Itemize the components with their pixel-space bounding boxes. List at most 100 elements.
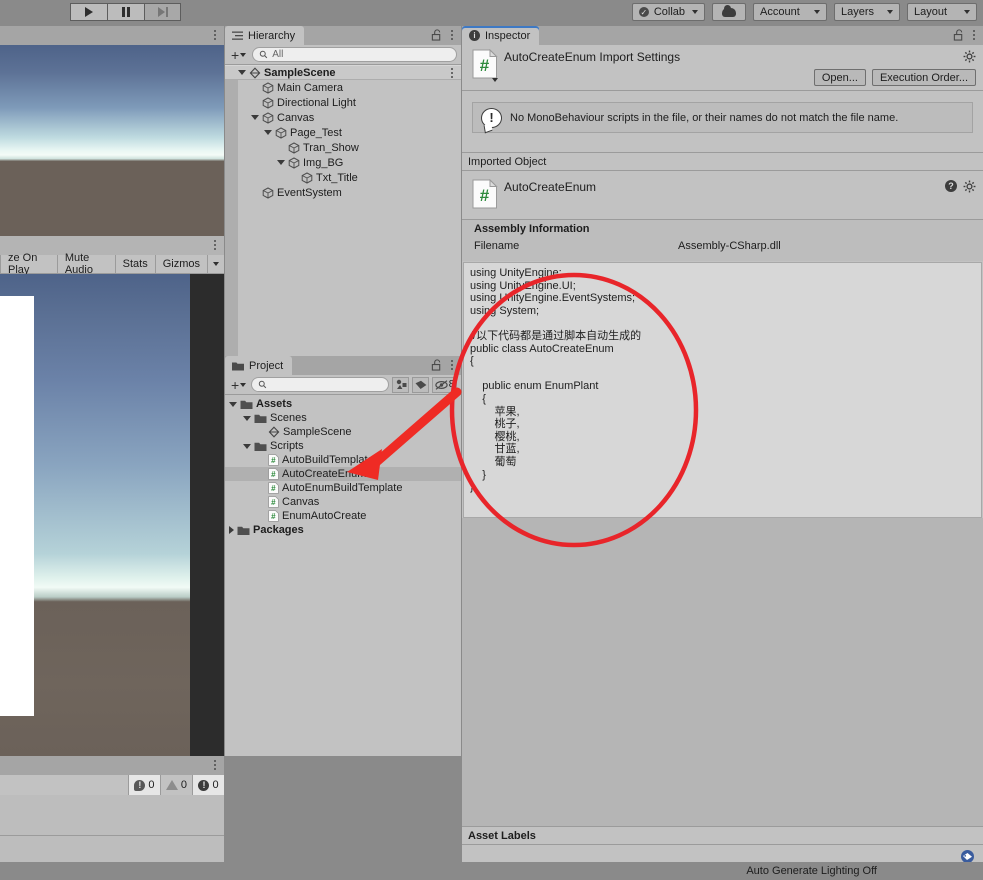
filter-by-type-button[interactable] [392,376,409,393]
project-item-autocreateenum[interactable]: # AutoCreateEnum [225,467,461,481]
chevron-down-icon[interactable] [229,401,237,407]
chevron-down-icon[interactable] [492,78,498,82]
chevron-down-icon[interactable] [238,70,246,75]
inspector-panel: i Inspector # AutoCreateEnum Import Sett… [462,26,983,880]
hierarchy-item-txt-title[interactable]: Txt_Title [225,170,461,185]
scene-icon [249,66,261,79]
asset-labels-header: Asset Labels [468,827,536,844]
hierarchy-item-eventsystem[interactable]: EventSystem [225,185,461,200]
csharp-icon: # [268,496,279,508]
scene-viewport-sky[interactable] [0,45,224,170]
folder-icon [254,414,267,423]
play-button[interactable] [70,3,107,21]
csharp-script-icon: # [472,49,498,79]
lock-open-icon[interactable] [953,29,964,41]
console-warning-toggle[interactable]: 0 [159,775,192,795]
svg-text:#: # [480,56,490,75]
console-message-list[interactable] [0,795,224,835]
imported-object-header: # AutoCreateEnum ? [462,171,983,219]
kebab-menu-icon[interactable] [211,28,220,42]
project-item-canvas[interactable]: # Canvas [225,495,461,509]
tab-project[interactable]: Project [225,356,293,375]
pause-icon [122,7,130,17]
scene-view-panel: s All [0,26,224,236]
pause-button[interactable] [107,3,144,21]
monobehaviour-warning-text: No MonoBehaviour scripts in the file, or… [510,111,899,124]
help-icon[interactable]: ? [945,180,957,192]
chevron-down-icon[interactable] [277,160,285,165]
play-icon [85,7,93,17]
hidden-packages-toggle[interactable]: 8 [432,376,457,393]
game-stats-button[interactable]: Stats [114,254,155,274]
folder-icon [254,442,267,451]
project-item-autobuildtemplate[interactable]: # AutoBuildTemplate [225,453,461,467]
project-item-packages[interactable]: Packages [225,523,461,537]
lock-open-icon[interactable] [431,29,442,41]
tab-hierarchy[interactable]: Hierarchy [225,26,305,45]
account-button[interactable]: Account [753,3,827,21]
hierarchy-item-page-test[interactable]: Page_Test [225,125,461,140]
game-gizmos-button[interactable]: Gizmos [154,254,207,274]
kebab-menu-icon[interactable] [448,28,457,42]
hierarchy-item-samplescene[interactable]: SampleScene [225,65,461,80]
inspector-tabbar: i Inspector [462,26,983,45]
step-button[interactable] [144,3,181,21]
hierarchy-search-input[interactable]: All [252,47,457,62]
hierarchy-item-img-bg[interactable]: Img_BG [225,155,461,170]
project-item-autoenumbuildtemplate[interactable]: # AutoEnumBuildTemplate [225,481,461,495]
chevron-down-icon[interactable] [243,443,251,449]
collab-button[interactable]: ✓ Collab [631,3,705,21]
chevron-down-icon [887,10,893,14]
project-search-input[interactable] [251,377,389,392]
kebab-menu-icon[interactable] [448,358,457,372]
game-mute-audio-button[interactable]: Mute Audio [56,252,115,276]
cloud-button[interactable] [712,3,746,21]
hierarchy-item-canvas[interactable]: Canvas [225,110,461,125]
inspector-tab-label: Inspector [485,29,531,42]
console-tab-right [211,758,220,772]
tab-inspector[interactable]: i Inspector [462,26,540,45]
gear-icon[interactable] [963,50,976,63]
execution-order-button[interactable]: Execution Order... [871,69,976,86]
project-item-scenes[interactable]: Scenes [225,411,461,425]
kebab-menu-icon[interactable] [211,758,220,772]
open-button-label: Open... [821,71,858,84]
layers-button[interactable]: Layers [834,3,900,21]
game-gizmos-dropdown[interactable] [207,254,224,274]
project-item-assets[interactable]: Assets [225,397,461,411]
layout-button[interactable]: Layout [907,3,977,21]
lock-open-icon[interactable] [431,359,442,371]
project-item-samplescene[interactable]: SampleScene [225,425,461,439]
console-toolbar: ! 0 0 ! 0 [0,775,224,812]
chevron-right-icon[interactable] [229,526,234,534]
filter-by-label-button[interactable] [412,376,429,393]
hierarchy-item-directional-light[interactable]: Directional Light [225,95,461,110]
create-asset-button[interactable]: + [229,378,248,392]
project-item-scripts[interactable]: Scripts [225,439,461,453]
status-bar-text: Auto Generate Lighting Off [746,865,877,877]
create-gameobject-button[interactable]: + [229,48,248,62]
hierarchy-item-main-camera[interactable]: Main Camera [225,80,461,95]
console-error-toggle[interactable]: ! 0 [127,775,160,795]
gear-icon[interactable] [963,180,976,193]
scene-view-tabbar [0,26,224,45]
game-ui-overlay-panel [0,296,34,716]
hierarchy-item-tran-show[interactable]: Tran_Show [225,140,461,155]
project-item-enumautocreate[interactable]: # EnumAutoCreate [225,509,461,523]
console-log-toggle[interactable]: ! 0 [192,775,224,795]
eye-off-icon [435,379,448,390]
game-view-panel: ze On Play Mute Audio Stats Gizmos [0,236,224,756]
project-tabbar: Project [225,356,461,375]
kebab-menu-icon[interactable] [970,28,979,42]
filename-label: Filename [474,240,520,252]
gameobject-cube-icon [262,81,274,94]
imported-object-label: Imported Object [468,153,546,170]
chevron-down-icon[interactable] [243,415,251,421]
game-maximize-on-play-button[interactable]: ze On Play [0,252,57,276]
open-button[interactable]: Open... [813,69,866,86]
chevron-down-icon[interactable] [251,115,259,120]
kebab-menu-icon[interactable] [448,66,457,80]
chevron-down-icon[interactable] [264,130,272,135]
scene-viewport-ground[interactable] [0,170,224,236]
kebab-menu-icon[interactable] [211,238,220,252]
